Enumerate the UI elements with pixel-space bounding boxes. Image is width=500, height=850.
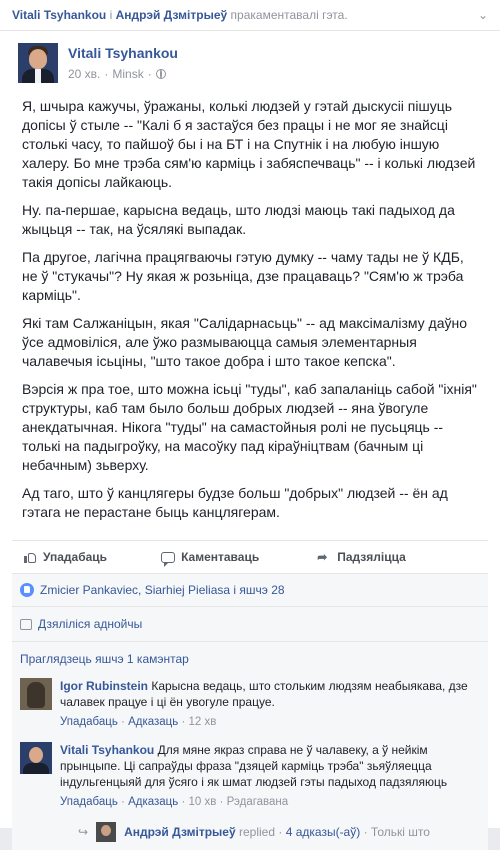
likes-summary[interactable]: Zmicier Pankaviec, Siarhiej Pieliasa і я… <box>12 574 488 607</box>
comment-actions: Упадабаць · Адказаць · 12 хв <box>60 716 217 728</box>
replied-label: replied <box>238 825 276 839</box>
post-meta: 20 хв. · Minsk · <box>68 67 178 81</box>
author-avatar[interactable] <box>18 43 58 83</box>
comment-time[interactable]: 10 хв <box>188 796 216 808</box>
likes-names[interactable]: Zmicier Pankaviec, Siarhiej Pieliasa і я… <box>40 583 285 597</box>
meta-separator: · <box>104 67 109 81</box>
commenter-avatar[interactable] <box>20 742 52 774</box>
reply-separator-2: · <box>363 825 368 839</box>
post-actions-bar: Упадабаць Каментаваць ➦ Падзяліцца <box>12 540 488 574</box>
share-label: Падзяліцца <box>337 550 406 564</box>
post-body: Я, шчыра кажучы, ўражаны, колькі людзей … <box>0 83 500 522</box>
like-label: Упадабаць <box>43 550 108 564</box>
replies-summary[interactable]: ↪ Андрэй Дзмітрыеў replied · 4 адказы(-а… <box>12 816 488 850</box>
comment-edited[interactable]: Рэдагавана <box>227 796 289 808</box>
post-location[interactable]: Minsk <box>112 67 143 81</box>
post-card: Vitali Tsyhankou і Андрэй Дзмітрыеў прак… <box>0 0 500 850</box>
post-paragraph: Па другое, лагічна працягваючы гэтую дум… <box>22 249 464 303</box>
header-author-1[interactable]: Vitali Tsyhankou <box>12 8 106 22</box>
reply-count[interactable]: 4 адказы(-аў) <box>286 825 361 839</box>
replier-name[interactable]: Андрэй Дзмітрыеў <box>124 825 236 839</box>
share-arrow-icon: ➦ <box>317 550 328 564</box>
comment-button[interactable]: Каментаваць <box>153 544 267 570</box>
feedback-section: Zmicier Pankaviec, Siarhiej Pieliasa і я… <box>12 574 488 850</box>
reply-separator: · <box>278 825 283 839</box>
share-icon <box>20 618 32 630</box>
comment-actions: Упадабаць · Адказаць · 10 хв · Рэдагаван… <box>60 796 289 808</box>
comment-bubble-icon <box>161 551 176 567</box>
post-author-block: Vitali Tsyhankou 20 хв. · Minsk · <box>0 31 500 83</box>
post-time[interactable]: 20 хв. <box>68 67 100 81</box>
comment-author[interactable]: Igor Rubinstein <box>60 679 148 693</box>
comment-author[interactable]: Vitali Tsyhankou <box>60 743 154 757</box>
shares-count[interactable]: Дзяліліся аднойчы <box>38 617 142 631</box>
comment-item: Vitali Tsyhankou Для мяне якраз справа н… <box>12 736 488 816</box>
globe-icon[interactable] <box>155 69 166 79</box>
thumbs-up-icon <box>24 551 37 563</box>
reply-arrow-icon: ↪ <box>78 825 89 839</box>
post-paragraph: Я, шчыра кажучы, ўражаны, колькі людзей … <box>22 98 476 190</box>
replier-avatar <box>96 822 117 842</box>
post-paragraph: Ну. па-першае, карысна ведаць, што людзі… <box>22 202 455 237</box>
post-paragraph: Вэрсія ж пра тое, што можна ісьці "туды"… <box>22 381 477 473</box>
share-button[interactable]: ➦ Падзяліцца <box>317 550 406 564</box>
post-author-name[interactable]: Vitali Tsyhankou <box>68 45 178 61</box>
post-options-icon[interactable]: ⌄ <box>478 8 488 22</box>
reply-time: Толькі што <box>370 825 430 839</box>
header-author-2[interactable]: Андрэй Дзмітрыеў <box>116 8 228 22</box>
commenter-avatar[interactable] <box>20 678 52 710</box>
post-paragraph: Які там Салжаніцын, якая "Салідарнасьць"… <box>22 315 468 369</box>
post-paragraph: Ад таго, што ў канцлягеры будзе больш "д… <box>22 485 448 520</box>
header-action: пракаментавалі гэта. <box>230 8 348 22</box>
activity-header: Vitali Tsyhankou і Андрэй Дзмітрыеў прак… <box>0 0 500 31</box>
like-reaction-icon <box>20 583 34 597</box>
comment-like-link[interactable]: Упадабаць <box>60 796 118 808</box>
like-button[interactable]: Упадабаць <box>24 550 107 564</box>
shares-summary[interactable]: Дзяліліся аднойчы <box>12 607 488 642</box>
comment-reply-link[interactable]: Адказаць <box>128 716 178 728</box>
comment-like-link[interactable]: Упадабаць <box>60 716 118 728</box>
comment-label: Каментаваць <box>181 550 260 564</box>
comment-reply-link[interactable]: Адказаць <box>128 796 178 808</box>
view-more-comments-link[interactable]: Праглядзець яшчэ 1 камэнтар <box>12 642 488 672</box>
comment-item: Igor Rubinstein Карысна ведаць, што стол… <box>12 672 488 736</box>
header-connector: і <box>109 8 113 22</box>
meta-separator-2: · <box>147 67 152 81</box>
comment-time[interactable]: 12 хв <box>188 716 216 728</box>
